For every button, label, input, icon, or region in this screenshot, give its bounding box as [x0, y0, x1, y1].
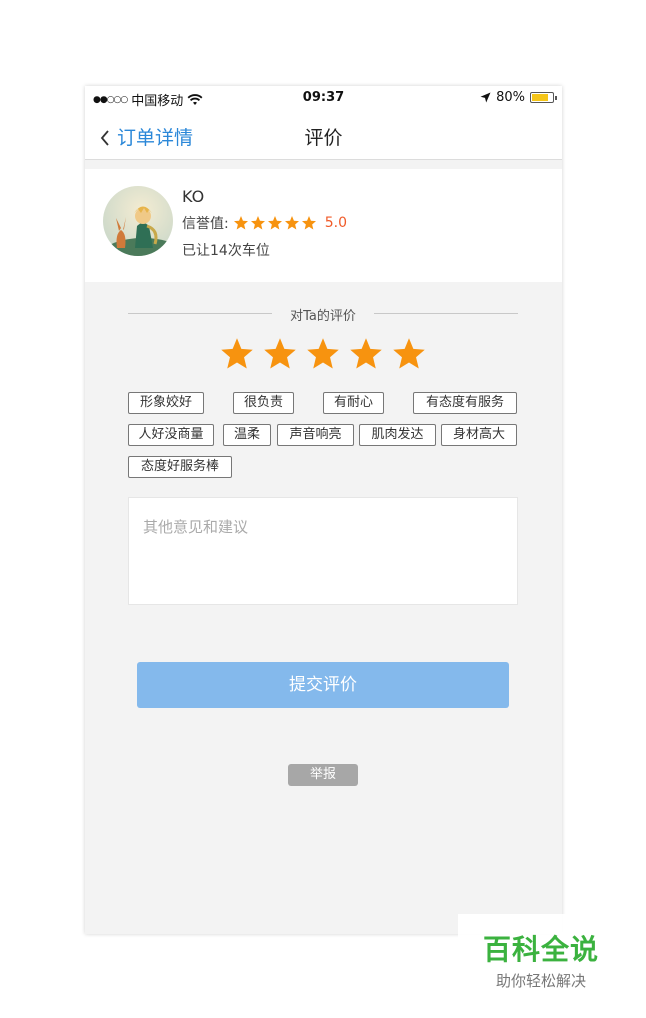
tag-chip[interactable]: 身材高大 — [441, 424, 517, 446]
user-name: KO — [182, 187, 205, 206]
reputation-star-icon — [267, 216, 282, 230]
tag-chip[interactable]: 肌肉发达 — [359, 424, 436, 446]
status-bar: ●●○○○ 中国移动 09:37 80% — [85, 86, 562, 110]
battery-icon — [530, 92, 557, 103]
comment-input[interactable] — [128, 497, 518, 605]
watermark: 百科全说 助你轻松解决 — [458, 914, 624, 994]
reputation-star-icon — [284, 216, 299, 230]
avatar-image — [103, 186, 173, 256]
rating-stars[interactable] — [219, 336, 427, 372]
watermark-subtitle: 助你轻松解决 — [495, 972, 586, 990]
status-right: 80% — [480, 90, 557, 105]
reputation-stars — [233, 215, 317, 231]
rating-star-icon[interactable] — [348, 336, 384, 372]
nav-bar: 订单详情 评价 — [85, 110, 562, 160]
tag-chip[interactable]: 人好没商量 — [128, 424, 214, 446]
tag-chip[interactable]: 形象姣好 — [128, 392, 204, 414]
reputation-label: 信誉值: — [182, 216, 229, 232]
profile-card: KO 信誉值: 5.0 已让14次车位 — [85, 169, 562, 282]
reputation-star-icon — [233, 216, 248, 230]
tag-chip[interactable]: 温柔 — [223, 424, 271, 446]
tag-chip[interactable]: 声音响亮 — [277, 424, 354, 446]
tag-chip[interactable]: 有态度有服务 — [413, 392, 517, 414]
tag-chip[interactable]: 很负责 — [233, 392, 294, 414]
divider-right — [374, 313, 518, 314]
rating-section-label: 对Ta的评价 — [290, 309, 356, 324]
location-arrow-icon — [480, 92, 491, 103]
rating-star-icon[interactable] — [305, 336, 341, 372]
reputation-row: 信誉值: 5.0 — [182, 213, 347, 233]
rating-star-icon[interactable] — [391, 336, 427, 372]
tag-chip[interactable]: 有耐心 — [323, 392, 384, 414]
rating-star-icon[interactable] — [219, 336, 255, 372]
reputation-star-icon — [250, 216, 265, 230]
reputation-score: 5.0 — [324, 215, 347, 231]
rating-star-icon[interactable] — [262, 336, 298, 372]
yield-count: 已让14次车位 — [182, 243, 270, 259]
avatar[interactable] — [103, 186, 173, 256]
report-button[interactable]: 举报 — [288, 764, 358, 786]
page-title: 评价 — [304, 127, 343, 149]
battery-percent: 80% — [496, 90, 525, 105]
battery-fill — [532, 94, 548, 101]
watermark-title: 百科全说 — [482, 933, 599, 966]
phone-screen: ●●○○○ 中国移动 09:37 80% 订单详情 评价 KO 信誉值: 5.0… — [85, 86, 562, 934]
reputation-star-icon — [301, 216, 316, 230]
submit-button[interactable]: 提交评价 — [137, 662, 509, 708]
tag-chip[interactable]: 态度好服务棒 — [128, 456, 232, 478]
rating-section-header: 对Ta的评价 — [128, 304, 518, 324]
